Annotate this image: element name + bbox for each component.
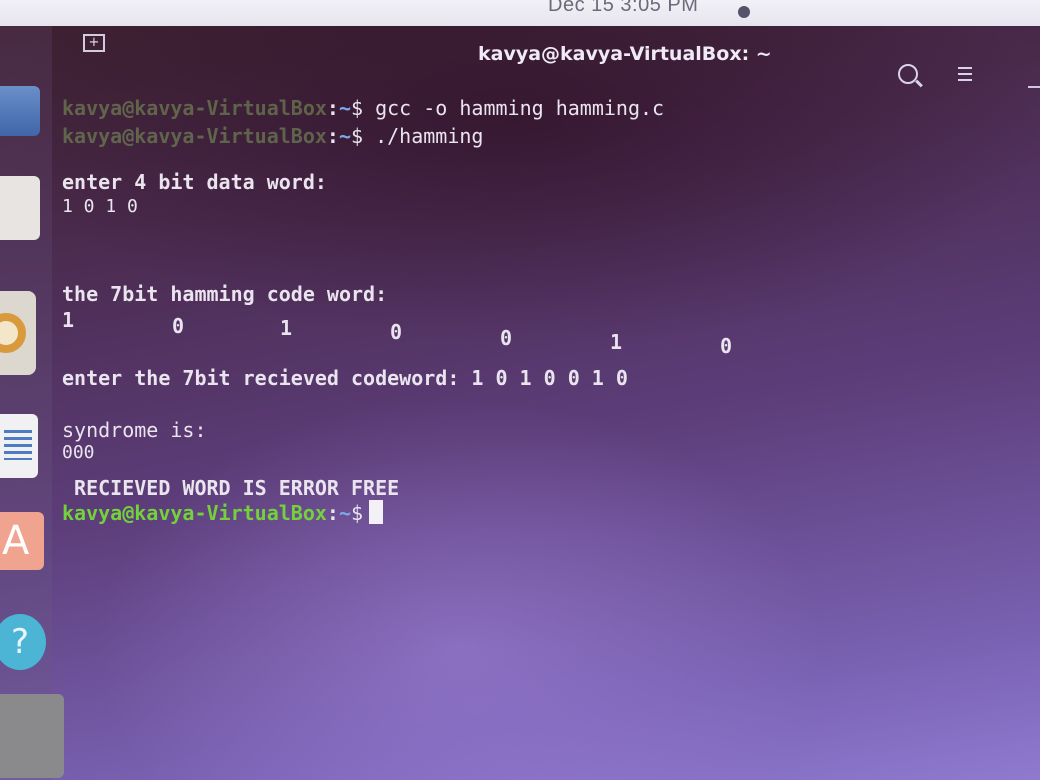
codeword-bit: 0 bbox=[172, 314, 185, 338]
output-syndrome-value: 000 bbox=[62, 442, 95, 463]
status-dot-icon[interactable] bbox=[738, 6, 750, 18]
terminal-line-cmd2: kavya@kavya-VirtualBox:~$ ./hamming bbox=[62, 124, 484, 148]
prompt-user: kavya@kavya-VirtualBox bbox=[62, 96, 327, 120]
writer-app-icon[interactable] bbox=[0, 414, 38, 478]
music-app-icon[interactable] bbox=[0, 291, 36, 375]
prompt-user: kavya@kavya-VirtualBox bbox=[62, 501, 327, 525]
hamburger-menu-icon[interactable] bbox=[958, 67, 972, 83]
font-app-icon[interactable]: A bbox=[0, 512, 44, 570]
prompt-user: kavya@kavya-VirtualBox bbox=[62, 124, 327, 148]
disc-icon bbox=[0, 313, 26, 353]
codeword-bit: 1 bbox=[62, 308, 75, 332]
text-cursor bbox=[369, 500, 384, 524]
codeword-bit: 1 bbox=[610, 330, 623, 354]
top-panel: Dec 15 3:05 PM bbox=[0, 0, 1040, 26]
command-text: gcc -o hamming hamming.c bbox=[363, 96, 665, 120]
window-edge-divider bbox=[1028, 86, 1040, 88]
window-title: kavya@kavya-VirtualBox: ~ bbox=[478, 43, 772, 65]
help-app-icon[interactable]: ? bbox=[0, 614, 46, 670]
output-syndrome-label: syndrome is: bbox=[62, 418, 207, 442]
new-tab-icon[interactable]: + bbox=[83, 34, 105, 52]
document-lines-icon bbox=[4, 430, 32, 460]
output-result: RECIEVED WORD IS ERROR FREE bbox=[62, 476, 400, 500]
codeword-bit: 0 bbox=[390, 320, 403, 344]
output-data-word: 1 0 1 0 bbox=[62, 196, 138, 217]
command-text: ./hamming bbox=[363, 124, 484, 148]
codeword-bit: 0 bbox=[720, 334, 733, 358]
terminal-app-icon[interactable] bbox=[0, 694, 64, 778]
search-icon[interactable] bbox=[898, 64, 918, 84]
codeword-bit: 0 bbox=[500, 326, 513, 350]
terminal-line-prompt[interactable]: kavya@kavya-VirtualBox:~$ bbox=[62, 500, 384, 525]
output-received-codeword: enter the 7bit recieved codeword: 1 0 1 … bbox=[62, 366, 628, 390]
codeword-bit: 1 bbox=[280, 316, 293, 340]
output-codeword-bits: 1 0 1 0 0 1 0 bbox=[0, 0, 732, 358]
clock[interactable]: Dec 15 3:05 PM bbox=[548, 0, 698, 17]
output-enter-data: enter 4 bit data word: bbox=[62, 170, 327, 194]
terminal-line-cmd1: kavya@kavya-VirtualBox:~$ gcc -o hamming… bbox=[62, 96, 665, 120]
output-codeword-title: the 7bit hamming code word: bbox=[62, 282, 388, 306]
